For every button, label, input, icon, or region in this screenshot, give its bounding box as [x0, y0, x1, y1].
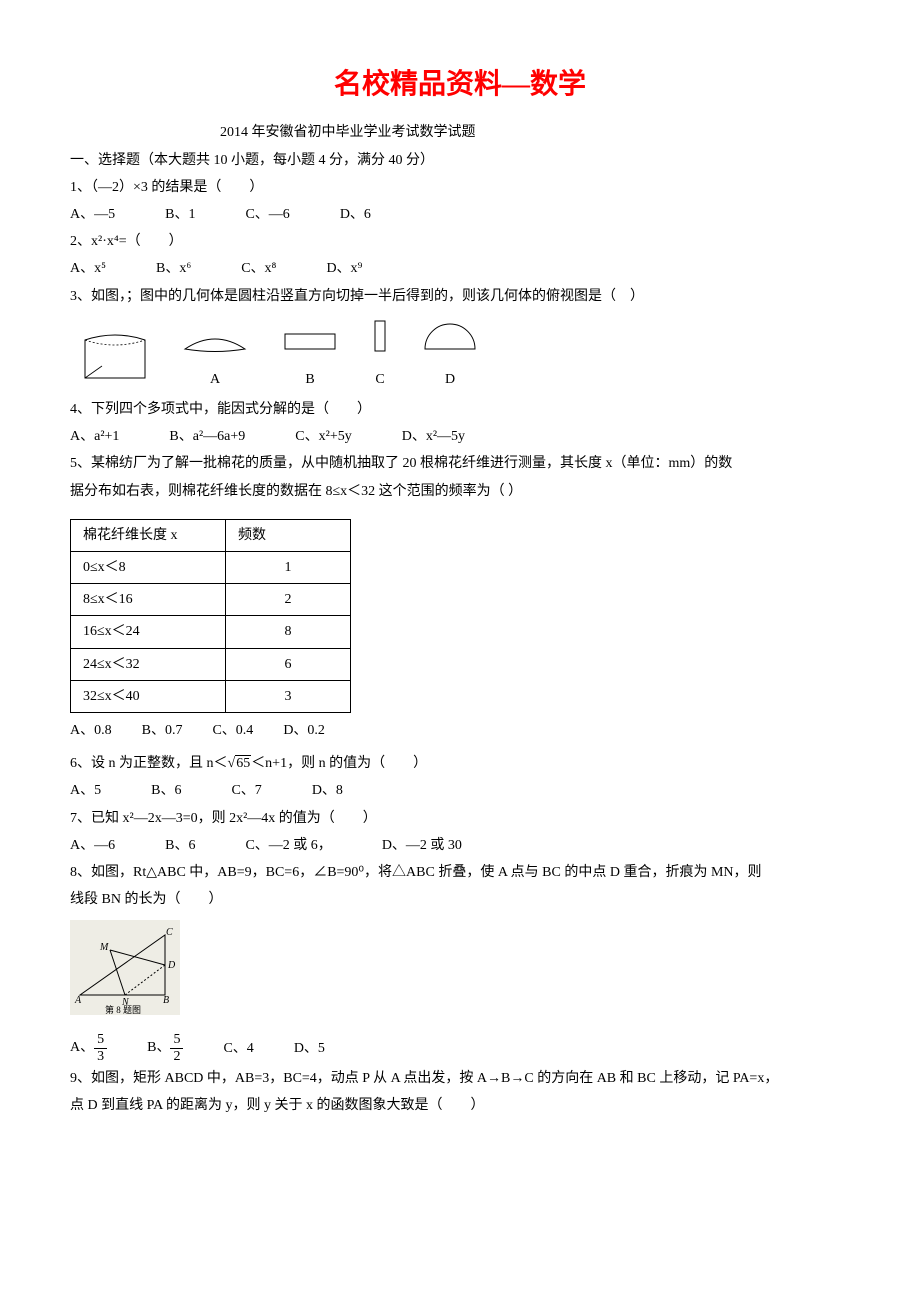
q3-label-c: C [370, 367, 390, 392]
q5-r5c1: 32≤x＜40 [71, 680, 226, 712]
q8-opt-b: B、52 [147, 1032, 183, 1064]
q1-options: A、—5 B、1 C、—6 D、6 [70, 202, 850, 227]
q5-options: A、0.8 B、0.7 C、0.4 D、0.2 [70, 718, 850, 743]
q2-opt-a: A、x⁵ [70, 256, 106, 281]
svg-text:M: M [99, 942, 109, 953]
q5-th1: 棉花纤维长度 x [71, 519, 226, 551]
q7-options: A、—6 B、6 C、—2 或 6， D、—2 或 30 [70, 833, 850, 858]
q4-opt-b: B、a²—6a+9 [169, 424, 245, 449]
q3-fig-a: A [180, 329, 250, 392]
q7-text: 7、已知 x²—2x—3=0，则 2x²—4x 的值为（ ） [70, 806, 850, 831]
q3-solid-icon [80, 328, 150, 392]
q6-text: 6、设 n 为正整数，且 n＜√65＜n+1，则 n 的值为（ ） [70, 751, 850, 776]
q5-r1c1: 0≤x＜8 [71, 552, 226, 584]
svg-text:B: B [163, 995, 169, 1006]
q6-opt-b: B、6 [151, 778, 181, 803]
q3-fig-d: D [420, 319, 480, 392]
q7-opt-c: C、—2 或 6， [245, 833, 331, 858]
q3-label-d: D [420, 367, 480, 392]
q8-opt-d: D、5 [294, 1036, 325, 1061]
q7-opt-d: D、—2 或 30 [382, 833, 462, 858]
q4-text: 4、下列四个多项式中，能因式分解的是（ ） [70, 397, 850, 422]
q2-opt-d: D、x⁹ [326, 256, 362, 281]
sub-title: 2014 年安徽省初中毕业学业考试数学试题 [220, 120, 850, 145]
q3-fig-c: C [370, 319, 390, 392]
q7-opt-a: A、—6 [70, 833, 115, 858]
q1-opt-d: D、6 [340, 202, 371, 227]
main-title: 名校精品资料—数学 [70, 60, 850, 110]
q8-opt-c: C、4 [223, 1036, 253, 1061]
q5-opt-c: C、0.4 [212, 718, 253, 743]
q3-figures: A B C D [80, 319, 850, 392]
q3-label-a: A [180, 367, 250, 392]
q5-r2c1: 8≤x＜16 [71, 584, 226, 616]
q5-r2c2: 2 [226, 584, 351, 616]
q1-opt-c: C、—6 [245, 202, 289, 227]
q8-text1: 8、如图，Rt△ABC 中，AB=9，BC=6，∠B=90⁰，将△ABC 折叠，… [70, 860, 850, 885]
q8-figure: A B C M N D 第 8 题图 [70, 920, 850, 1024]
q4-opt-d: D、x²—5y [402, 424, 465, 449]
q5-table: 棉花纤维长度 x 频数 0≤x＜81 8≤x＜162 16≤x＜248 24≤x… [70, 519, 351, 713]
q8-opt-a: A、53 [70, 1032, 107, 1064]
svg-text:A: A [74, 995, 82, 1006]
q9-text2: 点 D 到直线 PA 的距离为 y，则 y 关于 x 的函数图象大致是（ ） [70, 1093, 850, 1118]
q5-r3c1: 16≤x＜24 [71, 616, 226, 648]
q5-r1c2: 1 [226, 552, 351, 584]
q5-th2: 频数 [226, 519, 351, 551]
q3-text: 3、如图，；图中的几何体是圆柱沿竖直方向切掉一半后得到的，则该几何体的俯视图是（… [70, 284, 850, 309]
q4-opt-a: A、a²+1 [70, 424, 119, 449]
q6-pre: 6、设 n 为正整数，且 n＜ [70, 756, 228, 771]
q1-opt-a: A、—5 [70, 202, 115, 227]
q3-label-b: B [280, 367, 340, 392]
q6-opt-d: D、8 [312, 778, 343, 803]
q6-sqrt-val: 65 [235, 755, 251, 771]
q4-options: A、a²+1 B、a²—6a+9 C、x²+5y D、x²—5y [70, 424, 850, 449]
q6-post: ＜n+1，则 n 的值为（ ） [251, 756, 427, 771]
q2-opt-b: B、x⁶ [156, 256, 191, 281]
q7-opt-b: B、6 [165, 833, 195, 858]
q5-opt-b: B、0.7 [142, 718, 183, 743]
q5-r5c2: 3 [226, 680, 351, 712]
svg-text:D: D [167, 960, 176, 971]
q5-opt-a: A、0.8 [70, 718, 112, 743]
svg-text:第 8 题图: 第 8 题图 [105, 1004, 141, 1015]
q6-options: A、5 B、6 C、7 D、8 [70, 778, 850, 803]
q5-text1: 5、某棉纺厂为了解一批棉花的质量，从中随机抽取了 20 根棉花纤维进行测量，其长… [70, 451, 850, 476]
q5-text2: 据分布如右表，则棉花纤维长度的数据在 8≤x＜32 这个范围的频率为（ ） [70, 479, 850, 504]
q5-r4c2: 6 [226, 648, 351, 680]
svg-text:C: C [166, 927, 173, 938]
section-heading: 一、选择题（本大题共 10 小题，每小题 4 分，满分 40 分） [70, 148, 850, 173]
q5-opt-d: D、0.2 [283, 718, 325, 743]
q2-options: A、x⁵ B、x⁶ C、x⁸ D、x⁹ [70, 256, 850, 281]
q9-text1: 9、如图，矩形 ABCD 中，AB=3，BC=4，动点 P 从 A 点出发，按 … [70, 1066, 850, 1091]
q1-text: 1、（—2）×3 的结果是（ ） [70, 175, 850, 200]
q4-opt-c: C、x²+5y [295, 424, 351, 449]
q2-opt-c: C、x⁸ [241, 256, 276, 281]
q3-fig-b: B [280, 329, 340, 392]
q1-opt-b: B、1 [165, 202, 195, 227]
q8-options: A、53 B、52 C、4 D、5 [70, 1032, 850, 1064]
q5-r4c1: 24≤x＜32 [71, 648, 226, 680]
q8-text2: 线段 BN 的长为（ ） [70, 887, 850, 912]
q6-opt-a: A、5 [70, 778, 101, 803]
q6-opt-c: C、7 [231, 778, 261, 803]
q2-text: 2、x²·x⁴=（ ） [70, 229, 850, 254]
sqrt-icon: √65 [228, 755, 252, 771]
q5-r3c2: 8 [226, 616, 351, 648]
